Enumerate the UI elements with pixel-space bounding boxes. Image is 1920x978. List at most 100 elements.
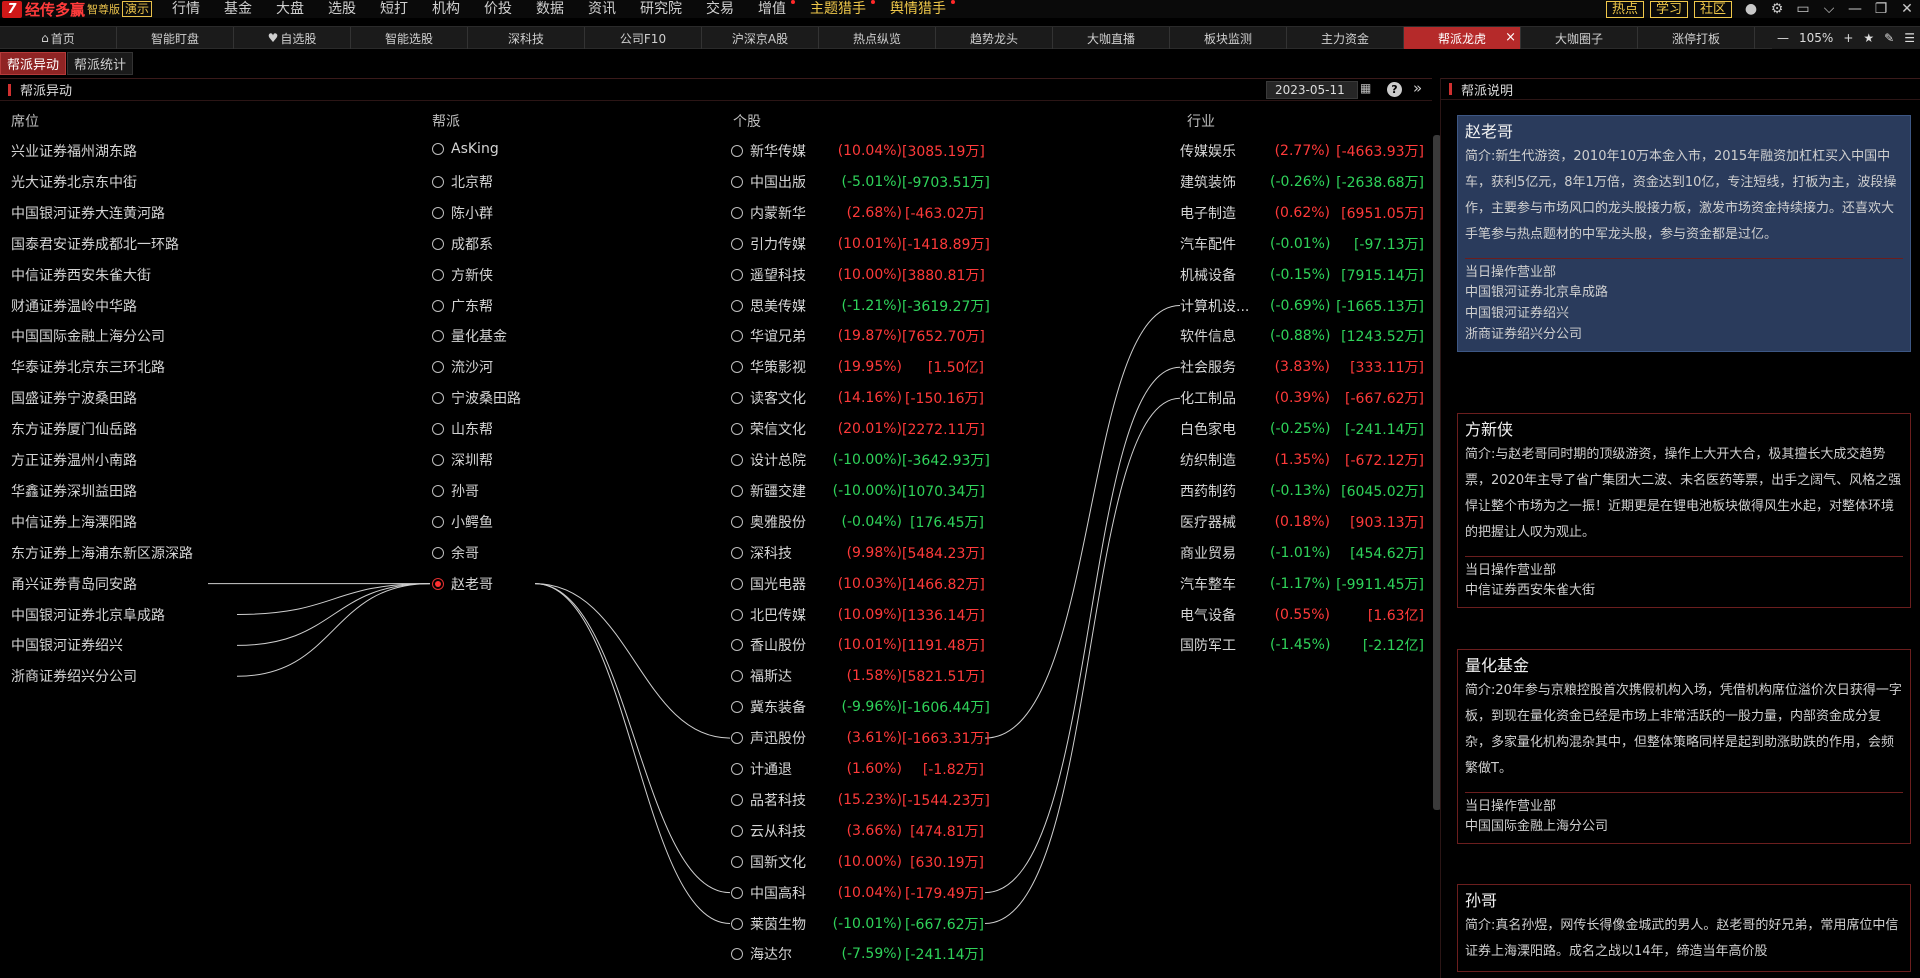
demo-badge[interactable]: 演示 (122, 1, 153, 17)
menu-item[interactable]: 短打 (368, 0, 420, 18)
industry-item[interactable]: 传媒娱乐 (2.77%) [-4663.93万] (1180, 141, 1424, 161)
hot-button[interactable]: 热点 (1605, 0, 1644, 18)
faction-radio[interactable] (432, 577, 444, 590)
faction-item[interactable]: 北京帮 (432, 172, 493, 192)
star-icon[interactable]: ★ (1858, 31, 1879, 45)
industry-item[interactable]: 汽车配件 (-0.01%) [-97.13万] (1180, 234, 1424, 254)
chevron-down-icon[interactable]: ⌵ (1816, 0, 1842, 18)
stock-item[interactable]: 冀东装备 (-9.96%) [-1606.44万] (731, 697, 990, 717)
stock-radio[interactable] (731, 701, 743, 714)
date-input[interactable]: 2023-05-11 (1266, 81, 1358, 99)
tab-item[interactable]: 主力资金 (1287, 27, 1404, 49)
faction-item[interactable]: 宁波桑田路 (432, 388, 521, 408)
stock-radio[interactable] (731, 299, 743, 312)
industry-item[interactable]: 医疗器械 (0.18%) [903.13万] (1180, 512, 1424, 532)
help-icon[interactable]: ? (1387, 82, 1402, 97)
stock-item[interactable]: 福斯达 (1.58%) [5821.51万] (731, 666, 985, 686)
industry-item[interactable]: 纺织制造 (1.35%) [-672.12万] (1180, 450, 1424, 470)
faction-item[interactable]: 陈小群 (432, 203, 493, 223)
faction-item[interactable]: AsKing (432, 141, 499, 157)
menu-item[interactable]: 行情 (160, 0, 212, 18)
industry-item[interactable]: 软件信息 (-0.88%) [1243.52万] (1180, 326, 1424, 346)
zoom-in-button[interactable]: + (1838, 31, 1858, 45)
industry-item[interactable]: 社会服务 (3.83%) [333.11万] (1180, 357, 1424, 377)
stock-radio[interactable] (731, 639, 743, 652)
stock-item[interactable]: 云从科技 (3.66%) [474.81万] (731, 821, 984, 841)
gear-icon[interactable]: ⚙ (1764, 0, 1790, 18)
faction-item[interactable]: 深圳帮 (432, 450, 493, 470)
seat-item[interactable]: 东方证券上海浦东新区源深路 (11, 543, 193, 563)
stock-item[interactable]: 中国高科 (10.04%) [-179.49万] (731, 883, 984, 903)
stock-radio[interactable] (731, 670, 743, 683)
stock-radio[interactable] (731, 577, 743, 590)
stock-item[interactable]: 奥雅股份 (-0.04%) [176.45万] (731, 512, 984, 532)
seat-item[interactable]: 中国银河证券大连黄河路 (11, 203, 165, 223)
stock-radio[interactable] (731, 608, 743, 621)
seat-item[interactable]: 方正证券温州小南路 (11, 450, 137, 470)
stock-item[interactable]: 莱茵生物 (-10.01%) [-667.62万] (731, 914, 984, 934)
faction-item[interactable]: 孙哥 (432, 481, 479, 501)
faction-item[interactable]: 方新侠 (432, 265, 493, 285)
stock-item[interactable]: 思美传媒 (-1.21%) [-3619.27万] (731, 296, 990, 316)
stock-item[interactable]: 内蒙新华 (2.68%) [-463.02万] (731, 203, 984, 223)
seat-item[interactable]: 华泰证券北京东三环北路 (11, 357, 165, 377)
subtab-item[interactable]: 帮派统计 (67, 52, 134, 75)
seat-item[interactable]: 甬兴证券青岛同安路 (11, 574, 137, 594)
menu-item[interactable]: 主题猎手 (798, 0, 878, 18)
close-tab-icon[interactable]: × (1505, 30, 1516, 45)
tab-item[interactable]: 热点纵览 (819, 27, 936, 49)
faction-item[interactable]: 小鳄鱼 (432, 512, 493, 532)
industry-item[interactable]: 计算机设... (-0.69%) [-1665.13万] (1180, 296, 1424, 316)
stock-radio[interactable] (731, 454, 743, 466)
stock-item[interactable]: 设计总院 (-10.00%) [-3642.93万] (731, 450, 990, 470)
stock-item[interactable]: 深科技 (9.98%) [5484.23万] (731, 543, 985, 563)
industry-item[interactable]: 电气设备 (0.55%) [1.63亿] (1180, 605, 1424, 625)
stock-radio[interactable] (731, 546, 743, 559)
faction-radio[interactable] (432, 143, 444, 155)
window-icon[interactable]: ▭ (1790, 0, 1816, 18)
faction-item[interactable]: 成都系 (432, 234, 493, 254)
stock-item[interactable]: 香山股份 (10.01%) [1191.48万] (731, 635, 985, 655)
subtab-item[interactable]: 帮派异动 (0, 52, 67, 75)
seat-item[interactable]: 光大证券北京东中街 (11, 172, 137, 192)
learn-button[interactable]: 学习 (1649, 0, 1688, 18)
stock-item[interactable]: 遥望科技 (10.00%) [3880.81万] (731, 265, 985, 285)
tab-item[interactable]: 公司F10 (585, 27, 702, 49)
tab-item[interactable]: 智能选股 (351, 27, 468, 49)
faction-card[interactable]: 量化基金 简介:20年参与京粮控股首次携假机构入场，凭借机构席位溢价次日获得一字板… (1457, 649, 1911, 844)
stock-radio[interactable] (731, 886, 743, 899)
stock-radio[interactable] (731, 855, 743, 868)
menu-item[interactable]: 资讯 (576, 0, 628, 18)
industry-item[interactable]: 汽车整车 (-1.17%) [-9911.45万] (1180, 574, 1424, 594)
faction-item[interactable]: 流沙河 (432, 357, 493, 377)
seat-item[interactable]: 中信证券西安朱雀大街 (11, 265, 151, 285)
faction-radio[interactable] (432, 515, 444, 528)
tab-item[interactable]: 帮派龙虎 × (1404, 27, 1521, 49)
faction-radio[interactable] (432, 546, 444, 559)
menu-item[interactable]: 机构 (420, 0, 472, 18)
seat-item[interactable]: 兴业证券福州湖东路 (11, 141, 137, 161)
industry-item[interactable]: 机械设备 (-0.15%) [7915.14万] (1180, 265, 1424, 285)
seat-item[interactable]: 中国银河证券绍兴 (11, 635, 123, 655)
stock-radio[interactable] (731, 361, 743, 374)
faction-radio[interactable] (432, 175, 444, 188)
menu-item[interactable]: 舆情猎手 (878, 0, 958, 18)
seat-item[interactable]: 财通证券温岭中华路 (11, 296, 137, 316)
stock-item[interactable]: 计通退 (1.60%) [-1.82万] (731, 759, 984, 779)
tab-item[interactable]: 大咖直播 (1053, 27, 1170, 49)
stock-item[interactable]: 品茗科技 (15.23%) [-1544.23万] (731, 790, 990, 810)
faction-card[interactable]: 方新侠 简介:与赵老哥同时期的顶级游资，操作上大开大合，极其擅长大成交趋势票，20… (1457, 413, 1911, 608)
stock-radio[interactable] (731, 423, 743, 436)
calendar-icon[interactable]: ▦ (1360, 81, 1371, 95)
faction-radio[interactable] (432, 454, 444, 466)
stock-radio[interactable] (731, 268, 743, 281)
faction-item[interactable]: 赵老哥 (432, 574, 493, 594)
menu-item[interactable]: 选股 (316, 0, 368, 18)
stock-radio[interactable] (731, 145, 743, 157)
expand-icon[interactable]: » (1413, 79, 1422, 97)
stock-item[interactable]: 荣信文化 (20.01%) [2272.11万] (731, 419, 985, 439)
tab-item[interactable]: 沪深京A股 (702, 27, 819, 49)
faction-radio[interactable] (432, 237, 444, 250)
industry-item[interactable]: 商业贸易 (-1.01%) [454.62万] (1180, 543, 1424, 563)
tab-item[interactable]: 涨停打板 (1638, 27, 1755, 49)
